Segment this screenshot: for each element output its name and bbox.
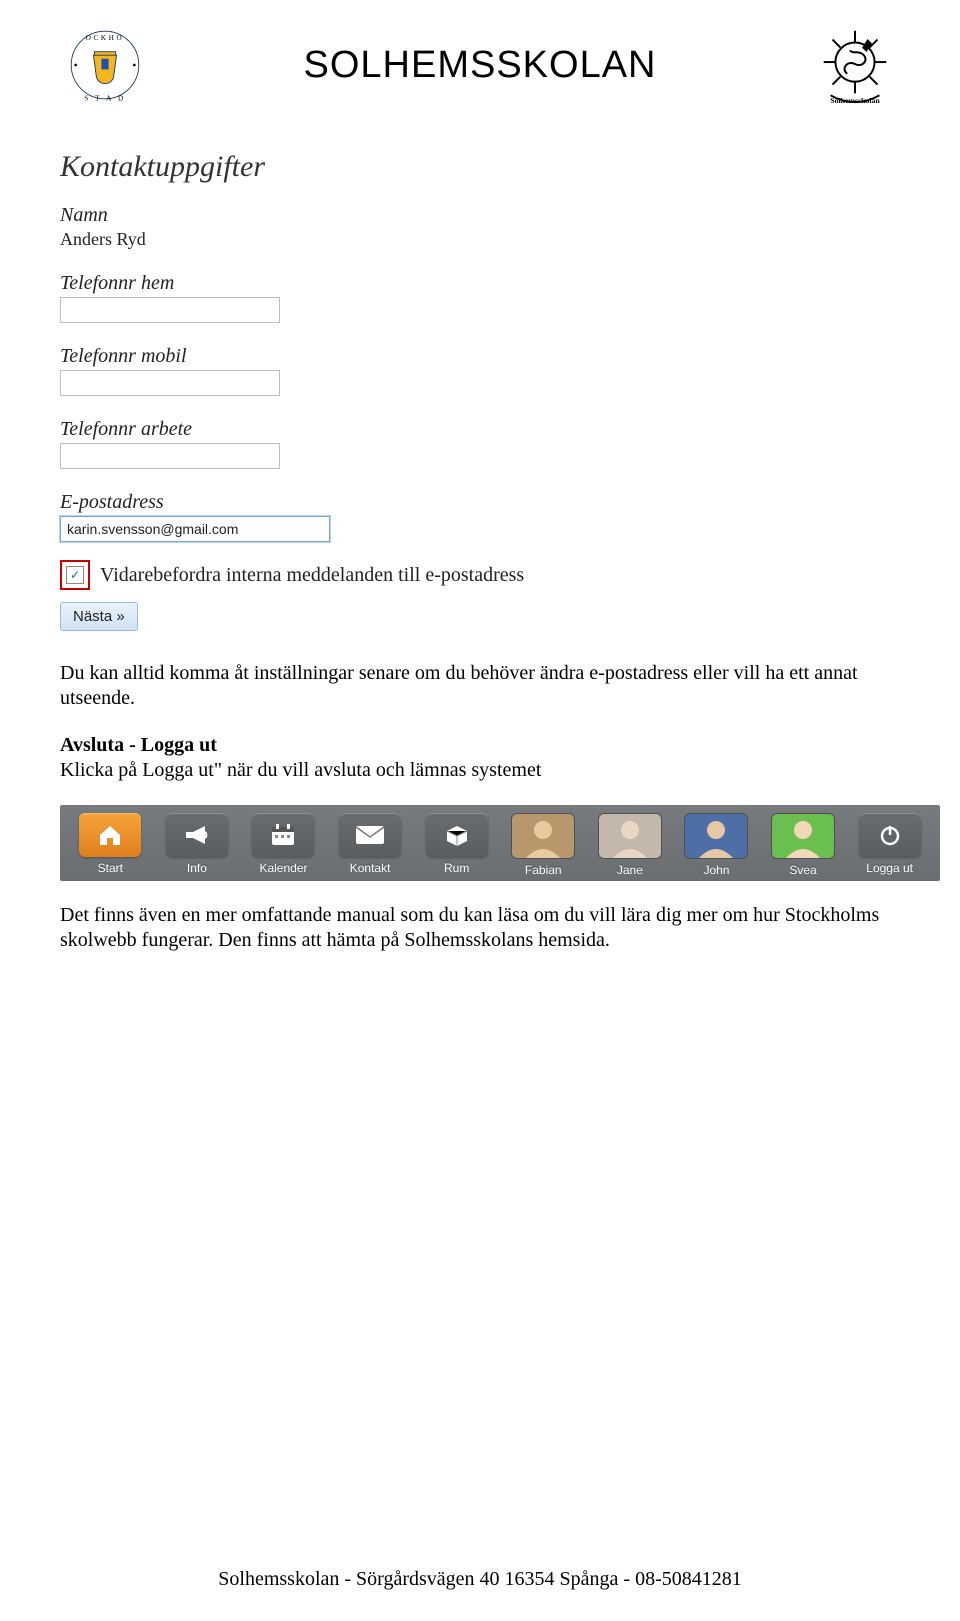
toolbar-label: John — [703, 863, 729, 877]
page-title: SOLHEMSSKOLAN — [150, 44, 810, 87]
email-field-group: E-postadress — [60, 491, 900, 542]
toolbar-label: Info — [187, 861, 207, 875]
page-header: OCKHO S T A D SOLHEMSSKOLAN — [60, 20, 900, 110]
calendar-icon — [252, 813, 314, 857]
phone-home-label: Telefonnr hem — [60, 272, 900, 295]
avatar4-avatar — [771, 813, 835, 859]
toolbar-label: Rum — [444, 861, 469, 875]
toolbar-item-logga-ut[interactable]: Logga ut — [849, 813, 930, 877]
toolbar-item-rum[interactable]: Rum — [416, 813, 497, 877]
megaphone-icon — [166, 813, 228, 857]
toolbar-item-info[interactable]: Info — [157, 813, 238, 877]
svg-text:Solhemsskolan: Solhemsskolan — [830, 96, 880, 105]
contact-form: Kontaktuppgifter Namn Anders Ryd Telefon… — [60, 150, 900, 631]
forward-checkbox-label: Vidarebefordra interna meddelanden till … — [100, 564, 524, 587]
toolbar-item-kalender[interactable]: Kalender — [243, 813, 324, 877]
paragraph-settings-note: Du kan alltid komma åt inställningar sen… — [60, 661, 900, 711]
contact-form-title: Kontaktuppgifter — [60, 150, 900, 184]
toolbar-item-kontakt[interactable]: Kontakt — [330, 813, 411, 877]
toolbar-item-jane[interactable]: Jane — [590, 813, 671, 877]
phone-work-input[interactable] — [60, 443, 280, 469]
app-toolbar: Start Info Kalender Kontakt Rum Fabian Jane Joh… — [60, 805, 940, 881]
phone-work-field: Telefonnr arbete — [60, 418, 900, 469]
svg-text:OCKHO: OCKHO — [86, 34, 125, 42]
forward-emails-row: ✓ Vidarebefordra interna meddelanden til… — [60, 560, 900, 590]
toolbar-label: Svea — [789, 863, 816, 877]
phone-mobile-label: Telefonnr mobil — [60, 345, 900, 368]
toolbar-item-fabian[interactable]: Fabian — [503, 813, 584, 877]
avatar2-avatar — [598, 813, 662, 859]
name-label: Namn — [60, 204, 900, 227]
avatar1-avatar — [511, 813, 575, 859]
toolbar-label: Kalender — [259, 861, 307, 875]
next-button[interactable]: Nästa » — [60, 602, 138, 631]
phone-mobile-field: Telefonnr mobil — [60, 345, 900, 396]
paragraph-manual-note: Det finns även en mer omfattande manual … — [60, 903, 900, 953]
page-footer: Solhemsskolan - Sörgårdsvägen 40 16354 S… — [0, 1568, 960, 1591]
name-value: Anders Ryd — [60, 229, 146, 249]
section-logout: Avsluta - Logga ut Klicka på Logga ut" n… — [60, 733, 900, 783]
section-logout-text: Klicka på Logga ut" när du vill avsluta … — [60, 759, 541, 781]
toolbar-item-svea[interactable]: Svea — [763, 813, 844, 877]
phone-mobile-input[interactable] — [60, 370, 280, 396]
phone-work-label: Telefonnr arbete — [60, 418, 900, 441]
toolbar-label: Start — [98, 861, 123, 875]
toolbar-item-start[interactable]: Start — [70, 813, 151, 877]
email-label: E-postadress — [60, 491, 900, 514]
avatar3-avatar — [684, 813, 748, 859]
forward-checkbox-highlight: ✓ — [60, 560, 90, 590]
box-icon — [426, 813, 488, 857]
stockholm-stad-logo: OCKHO S T A D — [60, 20, 150, 110]
toolbar-item-john[interactable]: John — [676, 813, 757, 877]
email-input[interactable] — [60, 516, 330, 542]
mail-icon — [339, 813, 401, 857]
phone-home-field: Telefonnr hem — [60, 272, 900, 323]
name-field: Namn Anders Ryd — [60, 204, 900, 250]
toolbar-label: Logga ut — [866, 861, 913, 875]
home-icon — [79, 813, 141, 857]
solhemsskolan-logo: Solhemsskolan — [810, 20, 900, 110]
section-logout-heading: Avsluta - Logga ut — [60, 734, 217, 756]
forward-checkbox[interactable]: ✓ — [66, 566, 84, 584]
svg-text:S T A D: S T A D — [84, 95, 126, 103]
toolbar-label: Fabian — [525, 863, 562, 877]
toolbar-label: Kontakt — [350, 861, 391, 875]
power-icon — [859, 813, 921, 857]
toolbar-label: Jane — [617, 863, 643, 877]
phone-home-input[interactable] — [60, 297, 280, 323]
